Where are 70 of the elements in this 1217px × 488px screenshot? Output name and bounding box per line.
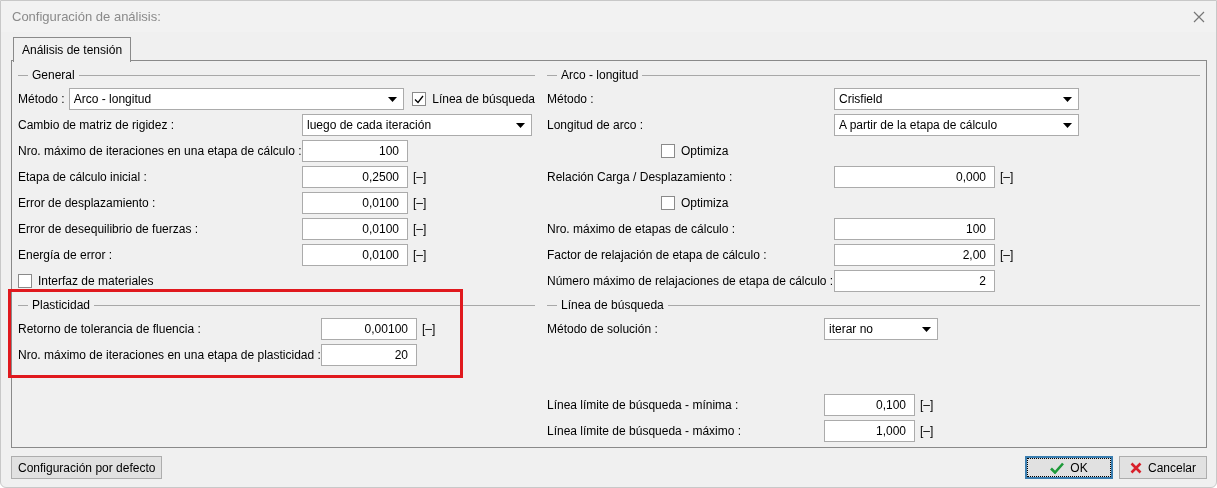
caret-icon [922,326,931,332]
ok-button[interactable]: OK [1025,456,1113,479]
close-button[interactable] [1192,9,1206,24]
input-field[interactable]: 2,00 [834,244,995,266]
field-label: Línea límite de búsqueda - máximo : [547,424,743,438]
dropdown[interactable]: Crisfield [834,88,1079,110]
field-label: Error de desequilibrio de fuerzas : [18,222,200,236]
field-label: Error de desplazamiento : [18,196,157,210]
unit-label: [–] [920,424,934,438]
field-label: Nro. máximo de etapas de cálculo : [547,222,737,236]
input-field[interactable]: 0,0100 [302,244,408,266]
dropdown[interactable]: luego de cada iteración [302,114,532,136]
caret-icon [388,96,398,102]
input-field[interactable]: 1,000 [824,420,915,442]
unit-label: [–] [413,222,427,236]
field-label: Energía de error : [18,248,114,262]
dropdown[interactable]: A partir de la etapa de cálculo [834,114,1079,136]
cancel-button[interactable]: Cancelar [1119,456,1207,479]
section-title: Arco - longitud [560,68,640,82]
input-field[interactable]: 0,2500 [302,166,408,188]
tab[interactable]: Análisis de tensión [13,37,132,62]
unit-label: [–] [413,196,427,210]
field-label: Método de solución : [547,322,659,336]
checkbox[interactable] [18,274,32,288]
section-title: Línea de búsqueda [560,298,665,312]
field-label: Cambio de matriz de rigidez : [18,118,176,132]
field-label: Etapa de cálculo inicial : [18,170,148,184]
check-icon [1050,461,1065,474]
field-label: Nro. máximo de iteraciones en una etapa de plasticidad : [18,348,321,362]
checkbox-label: Optimiza [681,196,729,210]
checkbox-label: Optimiza [681,144,729,158]
unit-label: [–] [413,248,427,262]
input-field[interactable]: 0,000 [834,166,995,188]
input-field[interactable]: 100 [302,140,408,162]
caret-icon [1063,96,1072,102]
unit-label: [–] [413,170,427,184]
unit-label: [–] [1000,248,1014,262]
input-field[interactable]: 0,100 [824,394,915,416]
default-settings-button[interactable]: Configuración por defecto [11,456,163,479]
field-label: Método : [18,92,65,106]
checkbox[interactable] [412,92,427,106]
checkbox[interactable] [661,196,675,210]
field-label: Longitud de arco : [547,118,645,132]
section-title: General [31,68,76,82]
input-field[interactable]: 20 [321,344,417,366]
dropdown[interactable]: iterar no [824,318,938,340]
input-field[interactable]: 0,00100 [321,318,417,340]
unit-label: [–] [920,398,934,412]
caret-icon [516,122,525,128]
field-label: Factor de relajación de etapa de cálculo : [547,248,768,262]
checkbox[interactable] [661,144,675,158]
caret-icon [1063,122,1072,128]
close-icon [1130,461,1142,474]
unit-label: [–] [422,322,436,336]
checkbox-label: Línea de búsqueda [432,92,535,106]
field-label: Nro. máximo de iteraciones en una etapa de cálculo : [18,144,302,158]
section-title: Plasticidad [31,298,92,312]
input-field[interactable]: 0,0100 [302,192,408,214]
window-title: Configuración de análisis: [12,9,161,24]
field-label: Línea límite de búsqueda - mínima : [547,398,740,412]
field-label: Retorno de tolerancia de fluencia : [18,322,202,336]
dropdown[interactable]: Arco - longitud [68,88,405,110]
unit-label: [–] [1000,170,1014,184]
input-field[interactable]: 100 [834,218,995,240]
field-label: Número máximo de relajaciones de etapa de cálculo : [547,274,834,288]
input-field[interactable]: 2 [834,270,995,292]
field-label: Relación Carga / Desplazamiento : [547,170,734,184]
checkbox-label: Interfaz de materiales [38,274,154,288]
input-field[interactable]: 0,0100 [302,218,408,240]
field-label: Método : [547,92,595,106]
